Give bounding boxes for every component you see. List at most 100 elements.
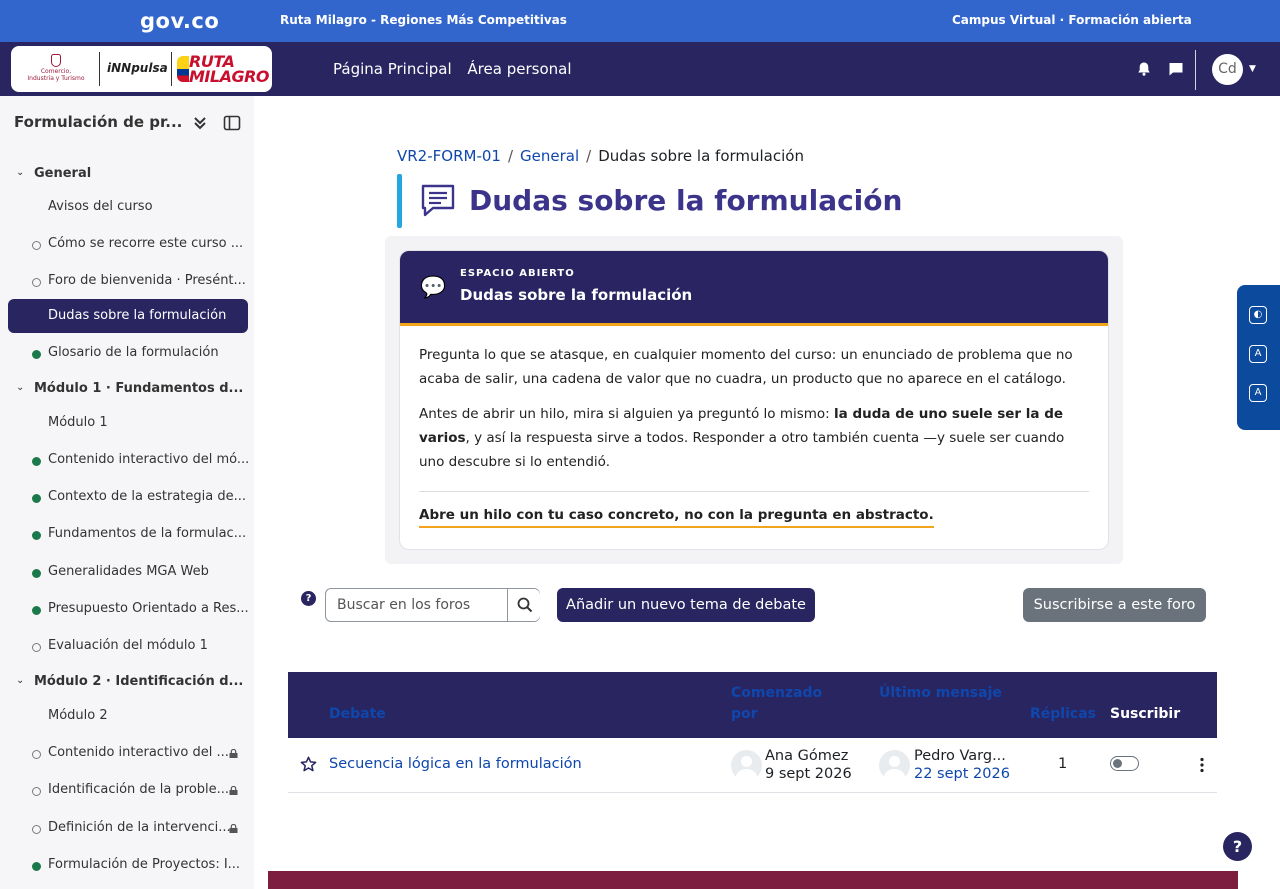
chevron-down-icon[interactable]: ▼ [1249, 64, 1256, 74]
sidebar-item[interactable]: Avisos del curso [0, 190, 254, 224]
sidebar-item[interactable]: Módulo 2 [0, 699, 254, 733]
breadcrumb: VR2-FORM-01 / General / Dudas sobre la formu… [397, 147, 804, 165]
header-started-by-l1: Comenzado [731, 685, 823, 701]
gov-bar-center-text: Ruta Milagro - Regiones Más Competitivas [280, 13, 567, 27]
course-index-drawer: Formulación de pr... ⌄ General Avisos del … [0, 96, 254, 889]
completed-dot-icon [32, 457, 41, 466]
chevron-down-icon[interactable]: ⌄ [16, 382, 24, 393]
brand-divider [171, 52, 172, 86]
text-decrease-icon[interactable]: A [1249, 345, 1267, 363]
sidebar-item[interactable]: Identificación de la proble... [0, 773, 254, 807]
sidebar-item[interactable]: Presupuesto Orientado a Res... [0, 592, 254, 626]
breadcrumb-course[interactable]: VR2-FORM-01 [397, 147, 501, 165]
bell-icon[interactable] [1136, 61, 1152, 77]
sidebar-item[interactable]: Formulación de Proyectos: I... [0, 848, 254, 882]
gov-co-logo[interactable]: gov.co [140, 9, 219, 33]
gov-bar: gov.co Ruta Milagro - Regiones Más Compe… [0, 0, 1280, 42]
discussion-topic-link[interactable]: Secuencia lógica en la formulación [329, 756, 582, 772]
sidebar-item-label: Fundamentos de la formulac... [48, 526, 247, 541]
nav-link-dashboard[interactable]: Área personal [467, 60, 571, 78]
sidebar-item-label: Definición de la intervenci... [48, 820, 231, 835]
help-button[interactable]: ? [1223, 832, 1252, 861]
sidebar-item[interactable]: Contenido interactivo del mó... [0, 443, 254, 477]
ruta-line2: MILAGRO [189, 67, 270, 86]
sidebar-item-label: Presupuesto Orientado a Res... [48, 601, 249, 616]
search-button[interactable] [507, 589, 540, 621]
nav-link-home[interactable]: Página Principal [333, 60, 452, 78]
sidebar-section[interactable]: ⌄ Módulo 1 · Fundamentos d... [0, 372, 254, 406]
search-icon [517, 597, 533, 613]
sidebar-item[interactable]: Contenido interactivo del ... [0, 736, 254, 770]
sidebar-item-label: Módulo 1 · Fundamentos d... [34, 381, 244, 396]
completed-dot-icon [32, 606, 41, 615]
sidebar-item-label: Foro de bienvenida · Presént... [48, 273, 246, 288]
page-title: Dudas sobre la formulación [469, 184, 903, 217]
sidebar-item-label: Glosario de la formulación [48, 345, 219, 360]
sidebar-item[interactable]: Cómo se recorre este curso ... [0, 227, 254, 261]
sidebar-item[interactable]: Glosario de la formulación [0, 336, 254, 370]
last-post-date[interactable]: 22 sept 2026 [914, 765, 1010, 783]
title-accent-bar [397, 174, 402, 228]
last-post-avatar[interactable] [879, 750, 910, 781]
starter-avatar[interactable] [731, 750, 762, 781]
starter-name[interactable]: Ana Gómez [765, 747, 848, 765]
add-discussion-button[interactable]: Añadir un nuevo tema de debate [557, 588, 815, 622]
header-replies[interactable]: Réplicas [1030, 704, 1096, 725]
last-post-author[interactable]: Pedro Varg... [914, 747, 1006, 765]
sidebar-section[interactable]: ⌄ Módulo 2 · Identificación d... [0, 665, 254, 699]
sidebar-item-label: Cómo se recorre este curso ... [48, 236, 244, 251]
chevron-down-icon[interactable]: ⌄ [16, 167, 24, 178]
chevron-down-icon[interactable]: ⌄ [16, 675, 24, 686]
more-actions-icon[interactable] [1194, 756, 1210, 774]
text-increase-icon[interactable]: A [1249, 384, 1267, 402]
close-drawer-icon[interactable] [223, 114, 241, 132]
intro-title: Dudas sobre la formulación [460, 286, 693, 304]
intro-paragraph-1: Pregunta lo que se atasque, en cualquier… [419, 347, 1073, 387]
reply-count[interactable]: 1 [1058, 756, 1067, 772]
innpulsa-logo: iNNpulsa [107, 61, 168, 75]
star-icon[interactable] [300, 756, 317, 773]
incomplete-dot-icon [32, 278, 41, 287]
breadcrumb-separator: / [507, 147, 514, 165]
contrast-icon[interactable]: ◐ [1249, 306, 1267, 324]
intro-card: 💬 ESPACIO ABIERTO Dudas sobre la formula… [399, 250, 1109, 550]
completed-dot-icon [32, 862, 41, 871]
brand-logos[interactable]: Comercio, Industria y Turismo iNNpulsa R… [11, 46, 272, 92]
primary-nav: Página Principal Área personal [333, 60, 582, 78]
collapse-all-icon[interactable] [191, 114, 209, 132]
sidebar-item[interactable]: Contexto de la estrategia de... [0, 480, 254, 514]
header-discussion[interactable]: Debate [329, 704, 386, 725]
sidebar-item[interactable]: Módulo 1 [0, 406, 254, 440]
header-started-by[interactable]: Comenzado por [731, 683, 822, 725]
lock-icon [229, 786, 238, 795]
intro-p2-after: , y así la respuesta sirve a todos. Resp… [419, 430, 1065, 470]
breadcrumb-section[interactable]: General [520, 147, 579, 165]
sidebar-item[interactable]: Fundamentos de la formulac... [0, 517, 254, 551]
user-avatar[interactable]: Cd [1212, 54, 1243, 85]
sidebar-item[interactable]: Definición de la intervenci... [0, 811, 254, 845]
brand-divider [99, 52, 100, 86]
sidebar-item-label: Módulo 1 [48, 415, 108, 430]
header-last-post[interactable]: Último mensaje [879, 683, 1002, 704]
sidebar-item[interactable]: Dudas sobre la formulación [8, 299, 248, 333]
intro-body: Pregunta lo que se atasque, en cualquier… [419, 343, 1089, 485]
sidebar-item[interactable]: Foro de bienvenida · Presént... [0, 264, 254, 298]
subscribe-toggle[interactable] [1110, 756, 1139, 771]
completed-dot-icon [32, 531, 41, 540]
sidebar-item[interactable]: Generalidades MGA Web [0, 555, 254, 589]
sidebar-item[interactable]: Evaluación del módulo 1 [0, 629, 254, 663]
breadcrumb-separator: / [586, 147, 592, 165]
search-help-icon[interactable]: ? [301, 591, 316, 606]
crest-icon [51, 54, 61, 67]
intro-callout: Abre un hilo con tu caso concreto, no co… [419, 507, 934, 528]
subscribe-forum-button[interactable]: Suscribirse a este foro [1023, 588, 1206, 622]
messages-icon[interactable] [1168, 61, 1184, 77]
sidebar-section[interactable]: ⌄ General [0, 157, 254, 191]
nav-divider [1195, 50, 1196, 90]
forum-icon [421, 184, 455, 217]
course-title[interactable]: Formulación de pr... [14, 113, 182, 131]
intro-divider [419, 491, 1089, 492]
sidebar-item-label: Contenido interactivo del mó... [48, 452, 250, 467]
search-input[interactable] [326, 589, 507, 621]
table-row: Secuencia lógica en la formulación Ana G… [288, 738, 1217, 793]
